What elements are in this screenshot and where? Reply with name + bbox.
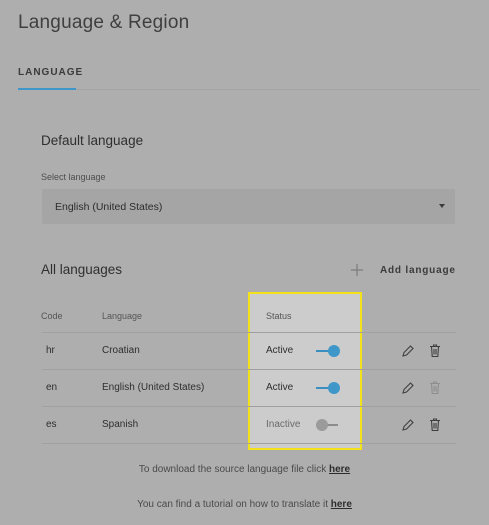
table-divider <box>42 369 456 370</box>
select-language-label: Select language <box>41 172 106 182</box>
row-code: hr <box>46 345 55 356</box>
table-divider <box>42 332 456 333</box>
status-toggle[interactable] <box>316 419 340 431</box>
page-title: Language & Region <box>18 12 190 33</box>
trash-icon[interactable] <box>428 343 442 358</box>
row-language: Croatian <box>102 345 140 356</box>
table-divider <box>42 406 456 407</box>
tutorial-note-text: You can find a tutorial on how to transl… <box>137 499 331 510</box>
row-status: Active <box>266 345 294 356</box>
row-language: Spanish <box>102 419 139 430</box>
tutorial-link[interactable]: here <box>331 499 352 510</box>
add-language-label: Add language <box>380 265 456 276</box>
trash-icon <box>428 380 442 395</box>
tab-bar: LANGUAGE <box>18 66 480 90</box>
pencil-icon[interactable] <box>401 381 415 395</box>
column-header-language: Language <box>102 311 143 321</box>
pencil-icon[interactable] <box>401 344 415 358</box>
download-note: To download the source language file cli… <box>0 464 489 475</box>
all-languages-heading: All languages <box>41 262 123 277</box>
default-language-value: English (United States) <box>55 201 163 213</box>
row-language: English (United States) <box>102 382 205 393</box>
table-divider <box>42 443 456 444</box>
status-toggle[interactable] <box>316 345 340 357</box>
chevron-down-icon <box>439 204 445 208</box>
default-language-heading: Default language <box>41 133 144 148</box>
row-code: en <box>46 382 58 393</box>
default-language-select[interactable]: English (United States) <box>42 189 455 224</box>
tab-language[interactable]: LANGUAGE <box>18 66 82 90</box>
download-link[interactable]: here <box>329 464 350 475</box>
column-header-status: Status <box>266 311 292 321</box>
download-note-text: To download the source language file cli… <box>138 464 329 475</box>
status-toggle[interactable] <box>316 382 340 394</box>
trash-icon[interactable] <box>428 417 442 432</box>
column-header-code: Code <box>41 311 63 321</box>
tutorial-note: You can find a tutorial on how to transl… <box>0 499 489 510</box>
plus-icon <box>350 263 364 279</box>
row-status: Active <box>266 382 294 393</box>
row-status: Inactive <box>266 419 301 430</box>
row-code: es <box>46 419 57 430</box>
pencil-icon[interactable] <box>401 418 415 432</box>
